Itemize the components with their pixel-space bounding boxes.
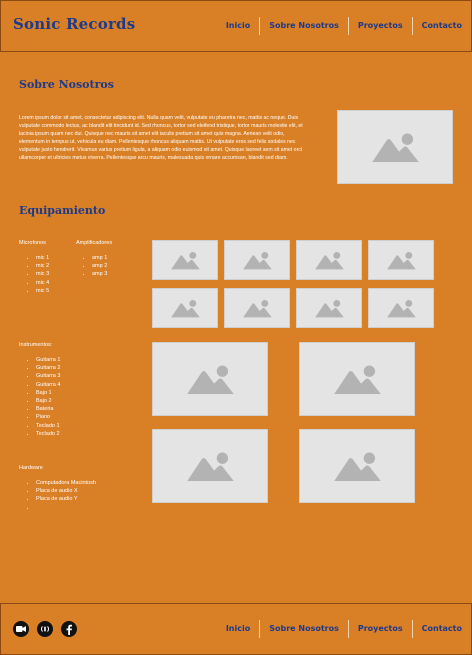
about-image-placeholder xyxy=(337,110,453,184)
image-icon xyxy=(242,251,272,269)
list-item: Bajo 2 xyxy=(36,397,60,405)
image-icon xyxy=(170,299,200,317)
amp-image-placeholder xyxy=(296,288,362,328)
mic-image-placeholder xyxy=(296,240,362,280)
list-item: Bajo 1 xyxy=(36,389,60,397)
list-item: amp 3 xyxy=(92,270,107,278)
list-item xyxy=(36,504,96,512)
amplificadores-list: amp 1 amp 2 amp 3 xyxy=(78,254,107,279)
amp-image-placeholder xyxy=(152,288,218,328)
footer-link-proyectos[interactable]: Proyectos xyxy=(349,620,412,638)
image-icon xyxy=(314,251,344,269)
list-item: Guitarra 1 xyxy=(36,356,60,364)
nav-link-contacto[interactable]: Contacto xyxy=(413,17,471,35)
mic-image-placeholder xyxy=(224,240,290,280)
hardware-title: Hardware xyxy=(19,465,43,471)
list-item: mic 1 xyxy=(36,254,49,262)
list-item: Piano xyxy=(36,413,60,421)
facebook-icon[interactable] xyxy=(61,621,77,637)
image-icon xyxy=(170,251,200,269)
image-icon xyxy=(386,299,416,317)
mic-image-placeholder xyxy=(152,240,218,280)
instrument-image-placeholder xyxy=(299,342,415,416)
main-nav: Inicio Sobre Nosotros Proyectos Contacto xyxy=(217,17,471,35)
list-item: Guitarra 3 xyxy=(36,372,60,380)
list-item: mic 3 xyxy=(36,270,49,278)
footer-link-contacto[interactable]: Contacto xyxy=(413,620,471,638)
list-item: Teclado 2 xyxy=(36,430,60,438)
nav-link-proyectos[interactable]: Proyectos xyxy=(349,17,412,35)
mic-image-placeholder xyxy=(368,240,434,280)
list-item: Bateria xyxy=(36,405,60,413)
instrumentos-list: Guitarra 1 Guitarra 2 Guitarra 3 Guitarr… xyxy=(22,356,60,438)
equipment-title: Equipamiento xyxy=(19,204,106,217)
list-item: mic 4 xyxy=(36,279,49,287)
site-header: Sonic Records Inicio Sobre Nosotros Proy… xyxy=(0,0,472,52)
instrument-image-placeholder xyxy=(152,342,268,416)
footer-nav: Inicio Sobre Nosotros Proyectos Contacto xyxy=(217,620,471,638)
microfonos-list: mic 1 mic 2 mic 3 mic 4 mic 5 xyxy=(22,254,49,295)
instrumentos-title: Instrumentos: xyxy=(19,342,53,348)
image-icon xyxy=(314,299,344,317)
amplificadores-title: Amplificadores xyxy=(76,240,113,246)
list-item: Placa de audio Y xyxy=(36,495,96,503)
microfonos-title: Microfonos xyxy=(19,240,46,246)
image-icon xyxy=(333,452,381,481)
about-title: Sobre Nosotros xyxy=(19,78,114,91)
nav-link-sobre-nosotros[interactable]: Sobre Nosotros xyxy=(260,17,348,35)
list-item: amp 1 xyxy=(92,254,107,262)
list-item: mic 5 xyxy=(36,287,49,295)
amp-image-placeholder xyxy=(368,288,434,328)
about-text: Lorem ipsum dolor sit amet, consectetur … xyxy=(19,115,303,162)
list-item: Guitarra 4 xyxy=(36,381,60,389)
list-item: mic 2 xyxy=(36,262,49,270)
list-item: Placa de audio X xyxy=(36,487,96,495)
image-icon xyxy=(386,251,416,269)
image-icon xyxy=(333,365,381,394)
amp-image-placeholder xyxy=(224,288,290,328)
list-item: amp 2 xyxy=(92,262,107,270)
footer-link-inicio[interactable]: Inicio xyxy=(217,620,259,638)
footer-link-sobre-nosotros[interactable]: Sobre Nosotros xyxy=(260,620,348,638)
video-camera-icon[interactable] xyxy=(13,621,29,637)
list-item: Guitarra 2 xyxy=(36,364,60,372)
list-item: Computadora Macintosh xyxy=(36,479,96,487)
image-icon xyxy=(371,133,419,162)
hardware-list: Computadora Macintosh Placa de audio X P… xyxy=(22,479,96,512)
instrument-image-placeholder xyxy=(299,429,415,503)
image-icon xyxy=(186,365,234,394)
image-icon xyxy=(186,452,234,481)
podcast-icon[interactable] xyxy=(37,621,53,637)
site-footer: Inicio Sobre Nosotros Proyectos Contacto xyxy=(0,603,472,655)
image-icon xyxy=(242,299,272,317)
instrument-image-placeholder xyxy=(152,429,268,503)
nav-link-inicio[interactable]: Inicio xyxy=(217,17,259,35)
social-links xyxy=(13,621,77,637)
list-item: Teclado 1 xyxy=(36,422,60,430)
brand-logo[interactable]: Sonic Records xyxy=(13,15,135,33)
